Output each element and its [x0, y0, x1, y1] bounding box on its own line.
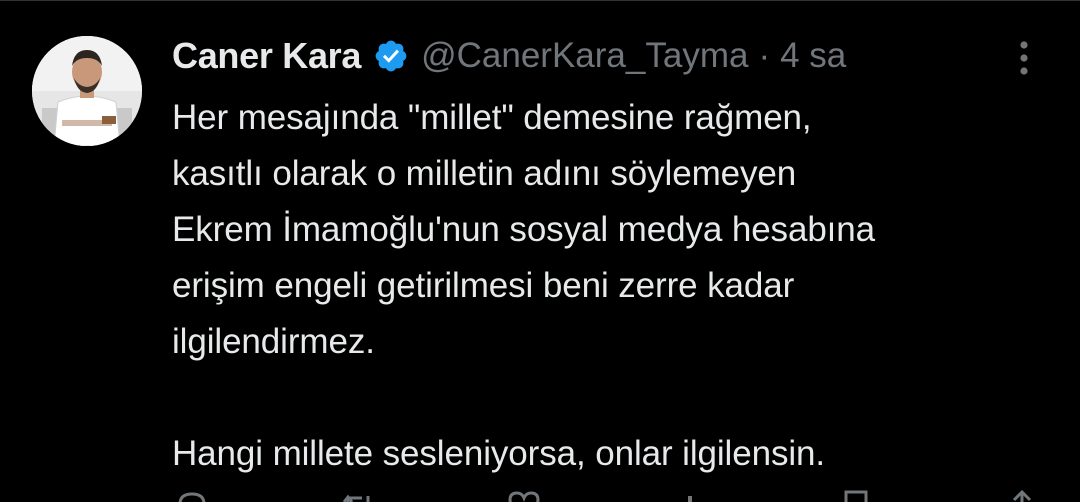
timestamp[interactable]: 4 sa	[780, 36, 846, 76]
author-name[interactable]: Caner Kara	[172, 35, 361, 77]
separator-dot: ·	[758, 36, 771, 75]
tweet-action-bar	[172, 486, 1042, 502]
verified-badge-icon	[373, 38, 409, 74]
avatar[interactable]	[32, 36, 142, 146]
more-vertical-icon[interactable]	[1006, 36, 1042, 80]
top-divider	[0, 0, 1080, 1]
like-icon[interactable]	[504, 486, 544, 502]
tweet-text: Her mesajında "millet" demesine rağmen, …	[172, 98, 876, 473]
views-icon[interactable]	[670, 486, 710, 502]
tweet-header: Caner Kara @CanerKara_Tayma · 4 sa	[172, 30, 846, 82]
share-icon[interactable]	[1002, 486, 1042, 502]
avatar-image	[32, 36, 142, 146]
retweet-icon[interactable]	[338, 486, 378, 502]
author-handle[interactable]: @CanerKara_Tayma	[421, 36, 748, 76]
bookmark-icon[interactable]	[836, 486, 876, 502]
reply-icon[interactable]	[172, 486, 212, 502]
